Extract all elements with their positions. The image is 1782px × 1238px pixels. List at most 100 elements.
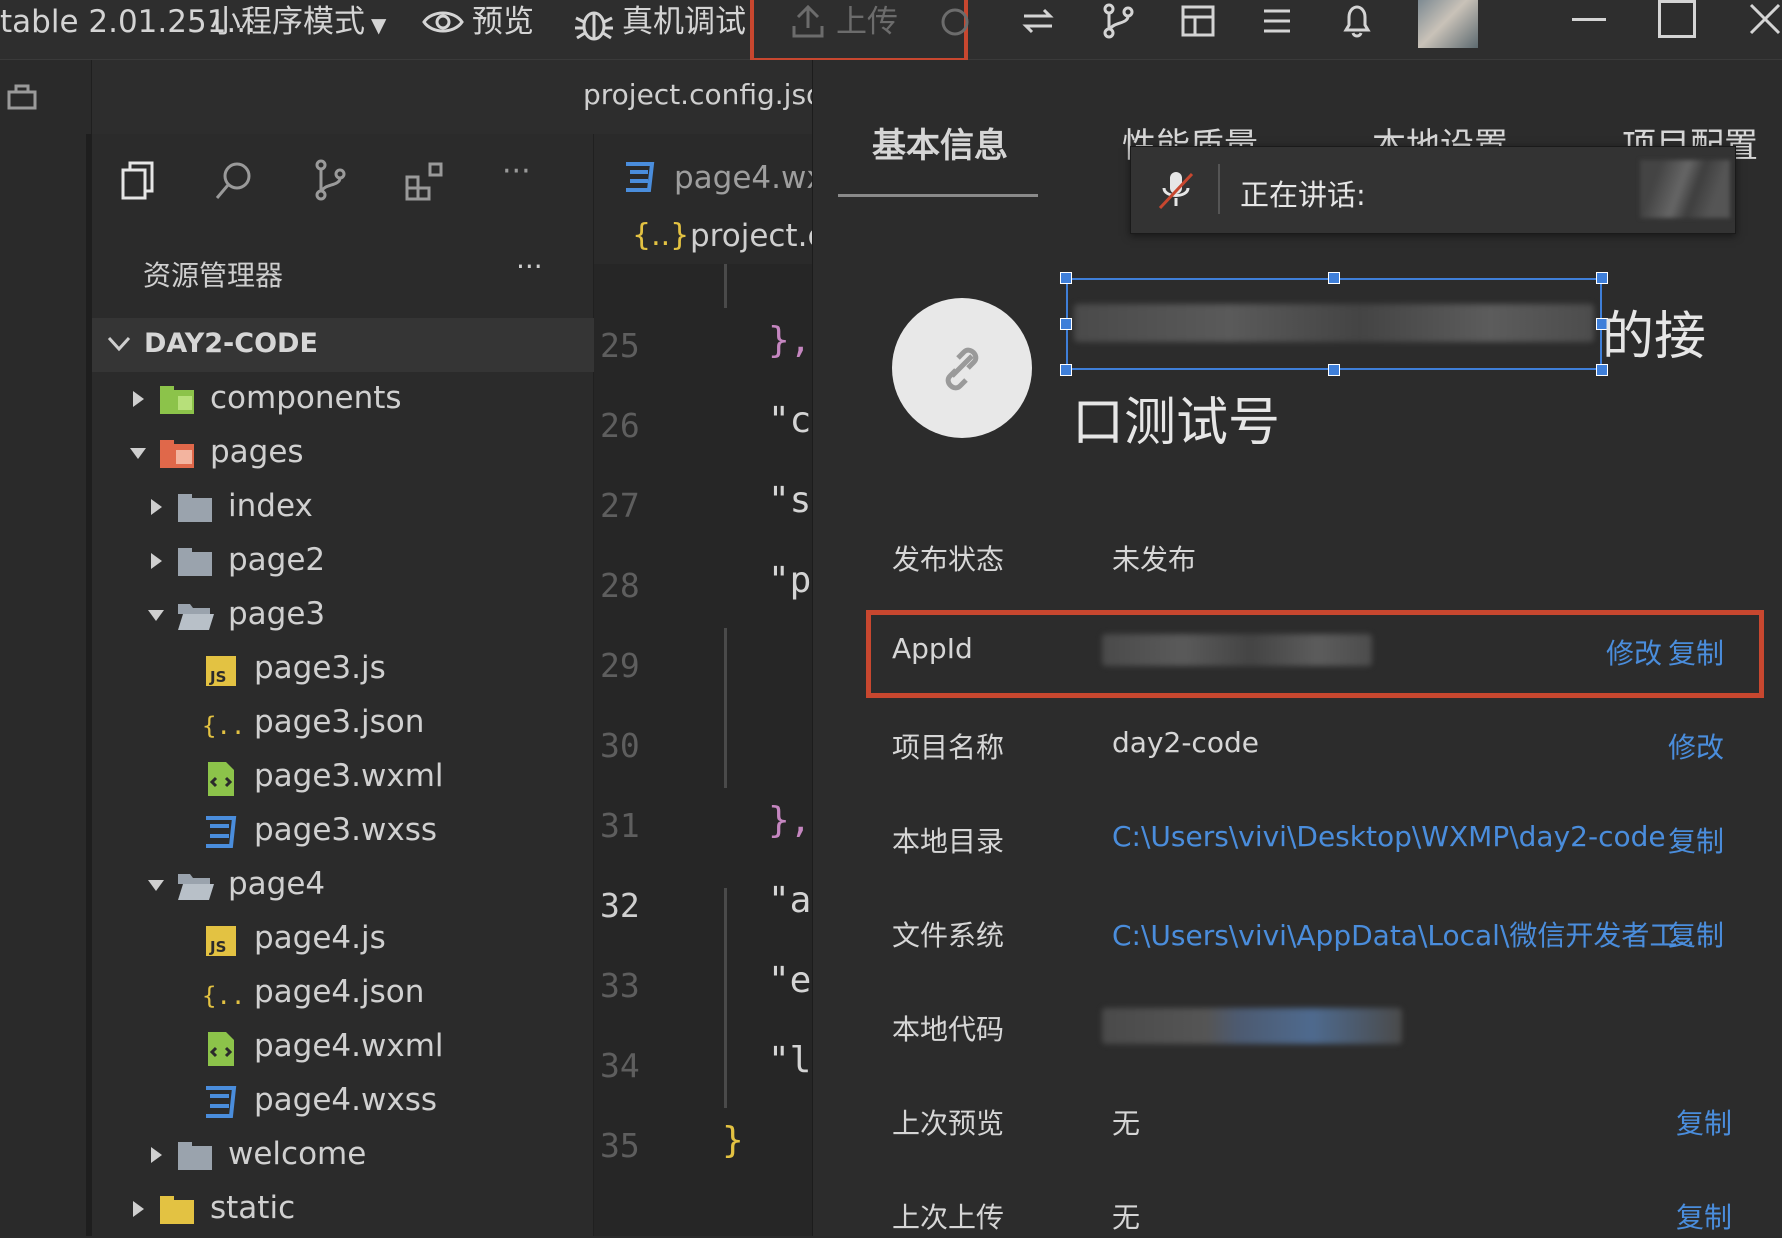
resize-handle[interactable] xyxy=(1328,272,1340,284)
project-title-line2: 口测试号 xyxy=(1072,393,1281,453)
appid-modify-link[interactable]: 修改 xyxy=(1606,632,1662,672)
indent-guide xyxy=(724,888,727,1108)
tree-item-label: page3.json xyxy=(254,704,425,740)
tree-item[interactable]: welcome xyxy=(92,1130,594,1184)
components-folder-icon xyxy=(160,386,194,414)
resize-handle[interactable] xyxy=(1060,318,1072,330)
caret-right-icon xyxy=(151,499,162,515)
code-text[interactable]: "l xyxy=(768,1040,811,1081)
json-file-icon: {..} xyxy=(202,982,240,1010)
tree-item[interactable]: page4.wxss xyxy=(92,1076,594,1130)
project-name-modify-link[interactable]: 修改 xyxy=(1668,726,1724,766)
resize-handle[interactable] xyxy=(1328,364,1340,376)
resize-handle[interactable] xyxy=(1060,364,1072,376)
tab-project-config-sub[interactable]: project.c xyxy=(690,218,825,254)
tab-basic-info[interactable]: 基本信息 xyxy=(872,118,1008,167)
tab-project-config[interactable]: project.config.jso xyxy=(583,78,823,111)
extensions-icon[interactable] xyxy=(404,160,446,202)
dropdown-caret-icon: ▼ xyxy=(371,13,387,37)
device-debug-button[interactable] xyxy=(572,4,616,42)
tree-item[interactable]: JS page4.js xyxy=(92,914,594,968)
mode-dropdown[interactable]: 小程序模式 ▼ xyxy=(210,2,386,45)
appid-copy-link[interactable]: 复制 xyxy=(1668,632,1724,672)
code-text[interactable]: "s xyxy=(768,480,811,521)
line-number: 25 xyxy=(600,326,640,365)
more-views-icon[interactable]: ··· xyxy=(502,154,531,189)
code-text[interactable]: }, xyxy=(768,800,811,841)
resize-handle[interactable] xyxy=(1060,272,1072,284)
json-file-icon: {..} xyxy=(202,712,240,740)
code-text[interactable]: "a xyxy=(768,880,811,921)
code-text[interactable]: } xyxy=(722,1120,744,1161)
tree-item[interactable]: page3 xyxy=(92,590,594,644)
layout-icon[interactable] xyxy=(1180,4,1216,38)
minimize-icon[interactable] xyxy=(1572,18,1606,21)
tree-item[interactable]: {..} page3.json xyxy=(92,698,594,752)
eye-icon xyxy=(422,11,464,33)
source-control-icon[interactable] xyxy=(312,158,348,202)
line-number: 28 xyxy=(600,566,640,605)
explorer-files-icon[interactable] xyxy=(120,160,158,202)
tree-item[interactable]: static xyxy=(92,1184,594,1238)
tree-item[interactable]: index xyxy=(92,482,594,536)
file-system-value[interactable]: C:\Users\vivi\AppData\Local\微信开发者工... xyxy=(1112,914,1704,954)
speaking-label: 正在讲话: xyxy=(1240,178,1366,212)
maximize-icon[interactable] xyxy=(1658,0,1696,38)
code-text[interactable]: "c xyxy=(768,400,811,441)
mic-muted-icon[interactable] xyxy=(1156,168,1196,212)
tab-page4-wxss[interactable]: page4.wx xyxy=(674,160,825,196)
link-icon xyxy=(934,342,990,394)
local-dir-value[interactable]: C:\Users\vivi\Desktop\WXMP\day2-code xyxy=(1112,820,1666,853)
svg-text:{..}: {..} xyxy=(202,712,240,740)
line-number: 30 xyxy=(600,726,640,765)
plugin-icon[interactable] xyxy=(6,80,38,112)
tree-item[interactable]: page4 xyxy=(92,860,594,914)
tree-item[interactable]: JS page3.js xyxy=(92,644,594,698)
tree-item-label: page3 xyxy=(228,596,326,632)
line-number: 35 xyxy=(600,1126,640,1165)
code-text[interactable]: "p xyxy=(768,560,811,601)
file-system-copy-link[interactable]: 复制 xyxy=(1668,914,1724,954)
avatar[interactable] xyxy=(1418,0,1478,48)
tree-root-row[interactable]: DAY2-CODE xyxy=(92,318,594,372)
line-number: 33 xyxy=(600,966,640,1005)
menu-icon[interactable] xyxy=(1260,6,1294,36)
appid-value-blurred xyxy=(1102,634,1372,666)
tree-item[interactable]: components xyxy=(92,374,594,428)
git-branch-icon[interactable] xyxy=(1100,2,1136,40)
tree-item[interactable]: {..} page4.json xyxy=(92,968,594,1022)
indent-guide xyxy=(724,264,727,308)
device-debug-label[interactable]: 真机调试 xyxy=(622,2,746,42)
resize-handle[interactable] xyxy=(1596,272,1608,284)
tree-item[interactable]: page3.wxss xyxy=(92,806,594,860)
code-text[interactable]: "e xyxy=(768,960,811,1001)
explorer-title: 资源管理器 xyxy=(143,259,284,292)
tree-item[interactable]: page2 xyxy=(92,536,594,590)
tree-item[interactable]: page3.wxml xyxy=(92,752,594,806)
wxss-file-icon xyxy=(206,816,237,848)
code-text[interactable]: }, xyxy=(768,320,811,361)
last-upload-copy-link[interactable]: 复制 xyxy=(1676,1196,1732,1236)
active-tab-indicator xyxy=(838,194,1038,197)
upload-button[interactable] xyxy=(790,4,826,40)
folder-open-icon xyxy=(178,874,214,900)
tree-item[interactable]: page4.wxml xyxy=(92,1022,594,1076)
line-number: 32 xyxy=(600,886,640,925)
preview-label[interactable]: 预览 xyxy=(472,2,534,42)
explorer-more-button[interactable]: ··· xyxy=(516,250,543,283)
search-icon[interactable] xyxy=(214,160,254,202)
upload-label[interactable]: 上传 xyxy=(836,2,898,42)
file-system-label: 文件系统 xyxy=(892,919,1005,952)
tree-item-label: page3.js xyxy=(254,650,386,686)
close-icon[interactable] xyxy=(1748,2,1782,36)
preview-button[interactable] xyxy=(422,6,464,38)
upload-icon xyxy=(792,4,824,38)
caret-right-icon xyxy=(133,1201,144,1217)
local-dir-copy-link[interactable]: 复制 xyxy=(1668,820,1724,860)
tree-item[interactable]: pages xyxy=(92,428,594,482)
switch-icon[interactable] xyxy=(1020,4,1056,38)
last-preview-copy-link[interactable]: 复制 xyxy=(1676,1102,1732,1142)
version-manager-icon[interactable] xyxy=(940,6,970,38)
notification-bell-icon[interactable] xyxy=(1340,2,1374,40)
svg-text:{..}: {..} xyxy=(202,982,240,1010)
